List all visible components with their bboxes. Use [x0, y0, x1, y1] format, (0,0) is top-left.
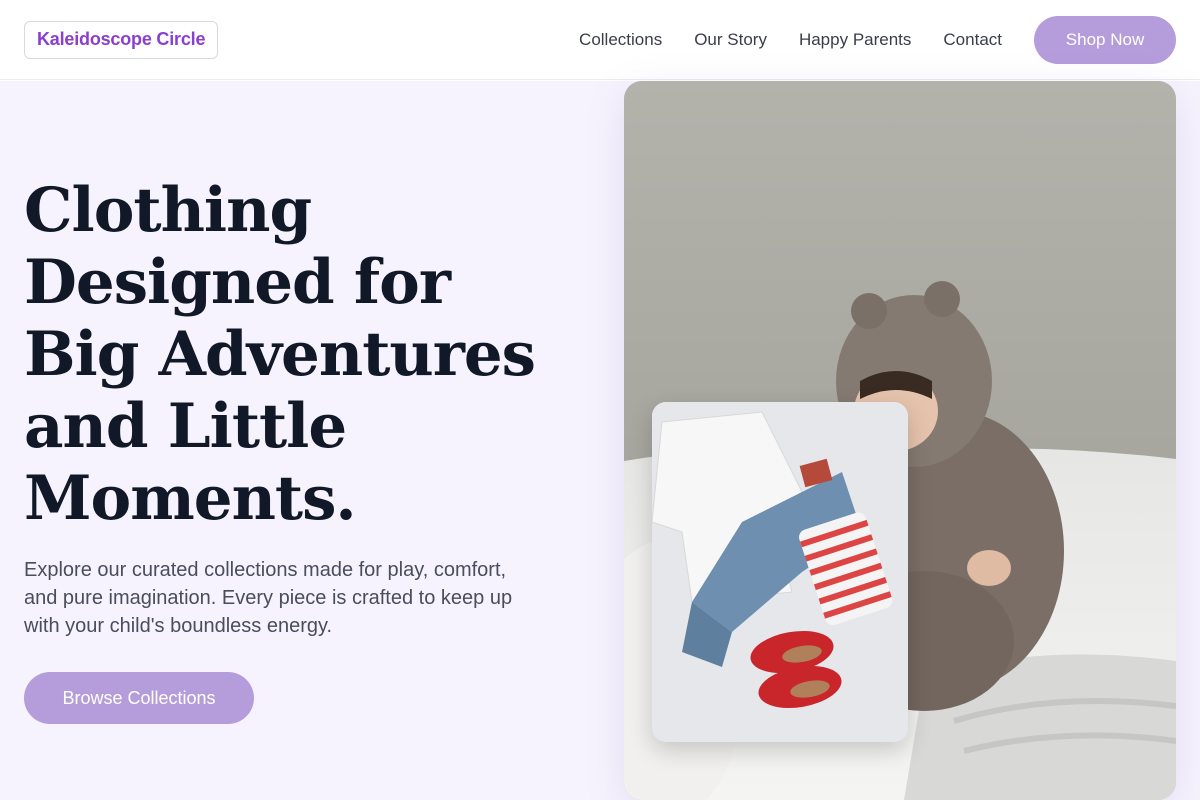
logo[interactable]: Kaleidoscope Circle	[24, 20, 219, 59]
hero-inset-photo	[652, 402, 908, 742]
headline-line: Moments.	[24, 463, 357, 534]
hero-headline: Clothing Designed for Big Adventures and…	[24, 175, 584, 535]
nav-collections[interactable]: Collections	[579, 30, 662, 50]
hero-subtext: Explore our curated collections made for…	[24, 559, 513, 637]
site-header: Kaleidoscope Circle Collections Our Stor…	[0, 0, 1200, 80]
main-nav: Collections Our Story Happy Parents Cont…	[579, 15, 1176, 64]
headline-line: Big Adventures	[24, 319, 536, 390]
clothing-flatlay-illustration	[652, 402, 908, 742]
headline-line: Clothing	[24, 175, 312, 246]
headline-line: and Little	[24, 391, 347, 462]
shop-now-button[interactable]: Shop Now	[1034, 15, 1176, 64]
nav-contact[interactable]: Contact	[943, 30, 1002, 50]
browse-collections-button[interactable]: Browse Collections	[24, 672, 254, 724]
nav-happy-parents[interactable]: Happy Parents	[799, 30, 911, 50]
hero-section: Clothing Designed for Big Adventures and…	[0, 81, 1200, 800]
nav-our-story[interactable]: Our Story	[694, 30, 767, 50]
headline-line: Designed for	[24, 247, 451, 318]
